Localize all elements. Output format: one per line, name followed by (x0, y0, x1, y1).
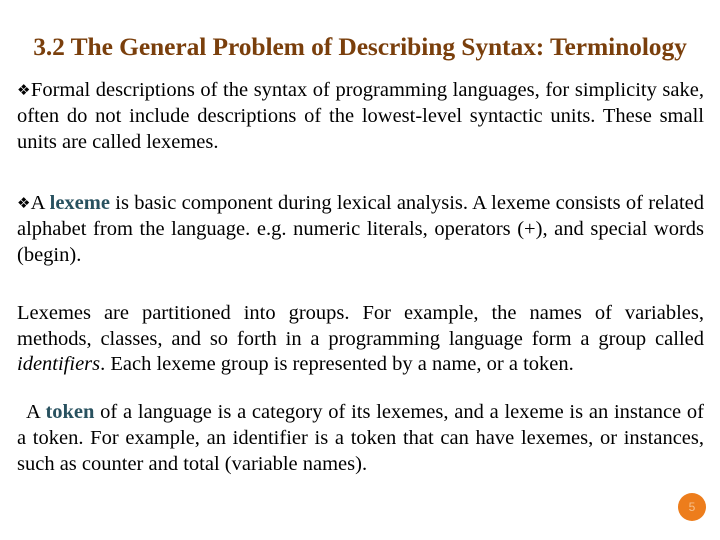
paragraph-3-text-lead: Lexemes are partitioned into groups. For… (17, 301, 704, 350)
bullet-paragraph-1-text: Formal descriptions of the syntax of pro… (17, 79, 704, 153)
slide-canvas: 3.2 The General Problem of Describing Sy… (0, 0, 720, 540)
paragraph-4-text-lead: A (26, 401, 46, 424)
slide-body: ❖Formal descriptions of the syntax of pr… (17, 78, 704, 478)
paragraph-4-text-rest: of a language is a category of its lexem… (17, 401, 704, 475)
term-lexeme: lexeme (49, 192, 110, 215)
page-title: 3.2 The General Problem of Describing Sy… (33, 32, 687, 61)
diamond-bullet-icon: ❖ (17, 81, 31, 99)
term-identifiers: identifiers (17, 353, 101, 376)
page-number-badge: 5 (678, 493, 706, 521)
bullet-paragraph-1: ❖Formal descriptions of the syntax of pr… (17, 78, 704, 155)
paragraph-3: Lexemes are partitioned into groups. For… (17, 301, 704, 378)
term-token: token (45, 401, 95, 424)
paragraph-4: A token of a language is a category of i… (17, 400, 704, 477)
bullet-paragraph-2-text-rest: is basic component during lexical analys… (17, 192, 705, 266)
paragraph-3-text-rest: . Each lexeme group is represented by a … (100, 353, 574, 376)
bullet-paragraph-2-text-lead: A (30, 192, 50, 215)
bullet-paragraph-2: ❖A lexeme is basic component during lexi… (17, 191, 704, 268)
diamond-bullet-icon: ❖ (17, 194, 31, 213)
